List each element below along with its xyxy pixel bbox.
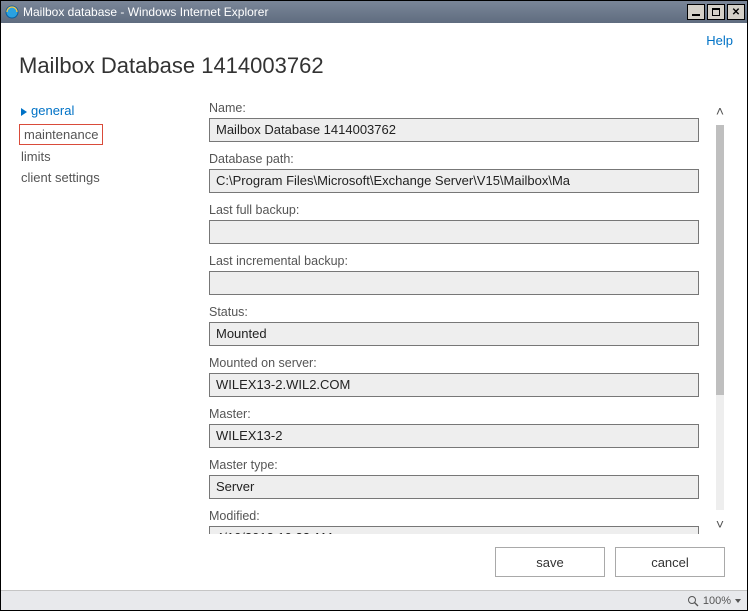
zoom-icon[interactable] xyxy=(687,595,699,607)
label-modified: Modified: xyxy=(209,509,705,523)
sidebar-item-client-settings[interactable]: client settings xyxy=(19,168,209,189)
sidebar-item-label: maintenance xyxy=(24,127,98,142)
scroll-thumb[interactable] xyxy=(716,125,724,395)
close-button[interactable]: ✕ xyxy=(727,4,745,20)
content-panel: Name: Mailbox Database 1414003762 Databa… xyxy=(209,101,711,534)
sidebar-item-maintenance[interactable]: maintenance xyxy=(19,124,103,145)
sidebar-item-limits[interactable]: limits xyxy=(19,147,209,168)
label-lastinc: Last incremental backup: xyxy=(209,254,705,268)
cancel-button[interactable]: cancel xyxy=(615,547,725,577)
label-dbpath: Database path: xyxy=(209,152,705,166)
zoom-level[interactable]: 100% xyxy=(703,595,731,607)
label-lastfull: Last full backup: xyxy=(209,203,705,217)
value-dbpath: C:\Program Files\Microsoft\Exchange Serv… xyxy=(209,169,699,193)
status-bar: 100% xyxy=(1,590,747,610)
title-bar: Mailbox database - Windows Internet Expl… xyxy=(1,1,747,23)
label-status: Status: xyxy=(209,305,705,319)
window-title: Mailbox database - Windows Internet Expl… xyxy=(23,5,685,19)
sidebar-item-label: limits xyxy=(21,149,51,164)
value-lastinc xyxy=(209,271,699,295)
value-master: WILEX13-2 xyxy=(209,424,699,448)
value-modified: 4/10/2013 10:22 AM xyxy=(209,526,699,534)
label-master: Master: xyxy=(209,407,705,421)
sidebar: general maintenance limits client settin… xyxy=(19,101,209,534)
maximize-button[interactable] xyxy=(707,4,725,20)
save-button[interactable]: save xyxy=(495,547,605,577)
ie-icon xyxy=(5,5,19,19)
value-mounted: WILEX13-2.WIL2.COM xyxy=(209,373,699,397)
triangle-icon xyxy=(21,108,27,116)
value-status: Mounted xyxy=(209,322,699,346)
chevron-up-icon[interactable]: ˄ xyxy=(716,103,724,119)
label-mounted: Mounted on server: xyxy=(209,356,705,370)
sidebar-item-general[interactable]: general xyxy=(19,101,209,122)
value-mastertype: Server xyxy=(209,475,699,499)
scrollbar[interactable]: ˄ ˅ xyxy=(711,101,729,534)
help-link[interactable]: Help xyxy=(706,33,733,48)
scroll-track[interactable] xyxy=(716,125,724,510)
minimize-button[interactable] xyxy=(687,4,705,20)
sidebar-item-label: general xyxy=(31,103,74,118)
label-mastertype: Master type: xyxy=(209,458,705,472)
chevron-down-icon[interactable]: ˅ xyxy=(716,516,724,532)
footer-buttons: save cancel xyxy=(19,534,729,590)
sidebar-item-label: client settings xyxy=(21,170,100,185)
page-title: Mailbox Database 1414003762 xyxy=(19,53,729,79)
label-name: Name: xyxy=(209,101,705,115)
value-name: Mailbox Database 1414003762 xyxy=(209,118,699,142)
chevron-down-icon[interactable] xyxy=(735,599,741,603)
value-lastfull xyxy=(209,220,699,244)
